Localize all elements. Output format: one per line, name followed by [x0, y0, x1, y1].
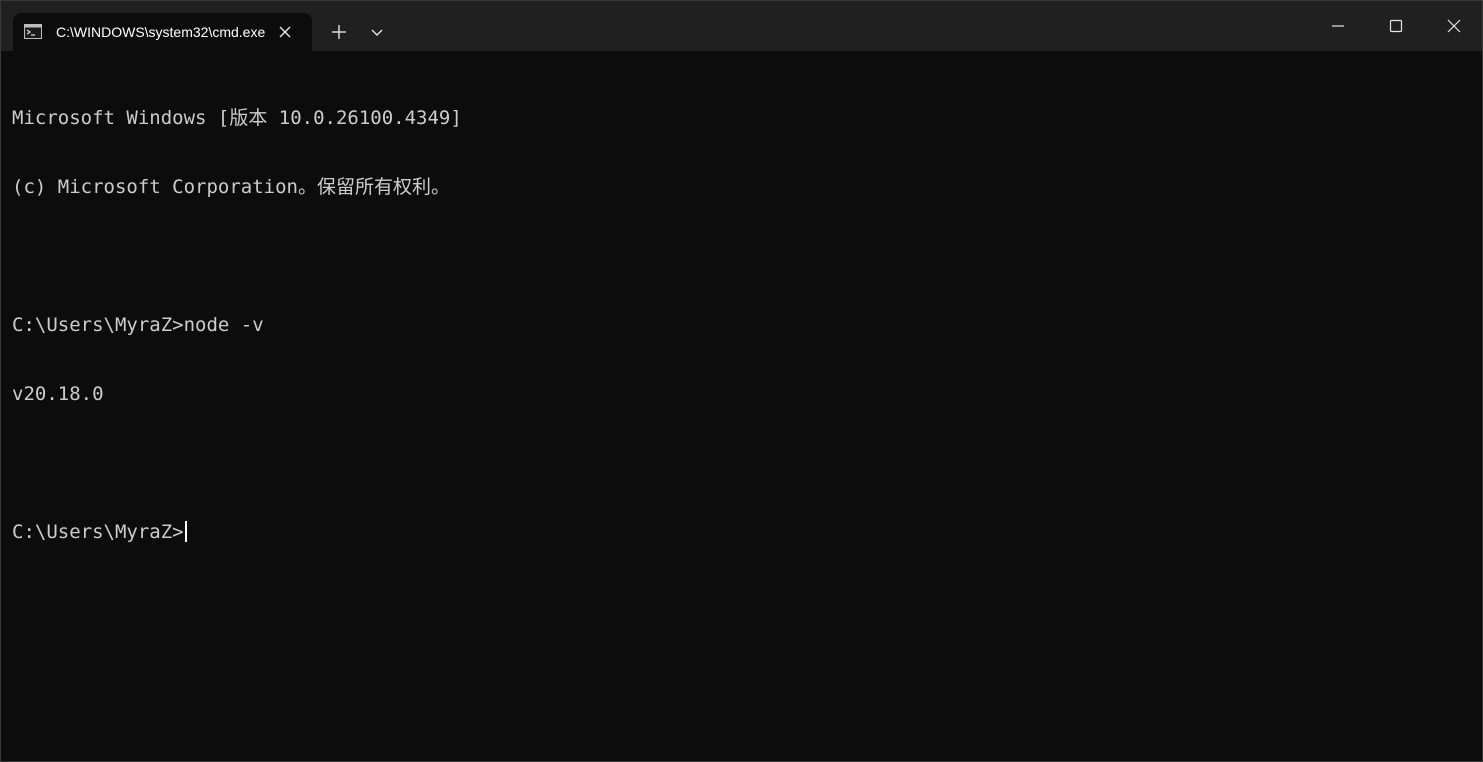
- tab-close-icon[interactable]: [277, 24, 293, 40]
- prompt-text: C:\Users\MyraZ>: [12, 521, 184, 543]
- new-tab-button[interactable]: [324, 17, 354, 47]
- tab-title: C:\WINDOWS\system32\cmd.exe: [56, 24, 266, 40]
- plus-icon: [332, 25, 346, 39]
- text-cursor: [184, 521, 187, 542]
- close-window-button[interactable]: [1425, 1, 1482, 51]
- terminal-window: C:\WINDOWS\system32\cmd.exe Microsoft Wi…: [0, 0, 1483, 762]
- console-line: C:\Users\MyraZ>node -v: [12, 314, 264, 336]
- console-line: (c) Microsoft Corporation。保留所有权利。: [12, 176, 450, 198]
- console-output[interactable]: Microsoft Windows [版本 10.0.26100.4349] (…: [12, 61, 1472, 751]
- tab-cmd[interactable]: C:\WINDOWS\system32\cmd.exe: [13, 13, 312, 51]
- minimize-button[interactable]: [1309, 1, 1367, 51]
- title-bar[interactable]: C:\WINDOWS\system32\cmd.exe: [1, 1, 1482, 51]
- prompt-line[interactable]: C:\Users\MyraZ>: [12, 521, 1472, 544]
- cmd-icon: [24, 24, 42, 39]
- tab-dropdown-button[interactable]: [363, 17, 391, 47]
- minimize-icon: [1332, 25, 1344, 27]
- console-line: Microsoft Windows [版本 10.0.26100.4349]: [12, 107, 462, 129]
- close-icon: [1447, 19, 1461, 33]
- chevron-down-icon: [371, 29, 383, 36]
- console-line: v20.18.0: [12, 383, 104, 405]
- maximize-icon: [1389, 19, 1403, 33]
- maximize-button[interactable]: [1367, 1, 1425, 51]
